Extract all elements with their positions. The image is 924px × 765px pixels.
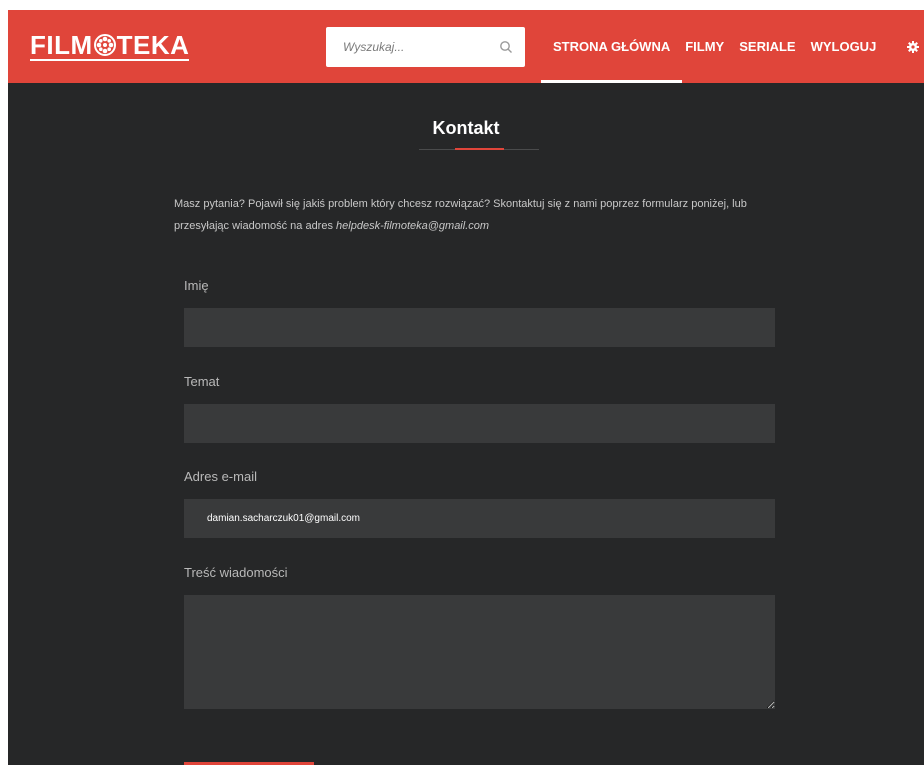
search-box — [326, 27, 525, 67]
nav-movies[interactable]: FILMY — [685, 10, 724, 83]
message-label: Treść wiadomości — [184, 565, 288, 580]
logo-text-right: TEKA — [116, 30, 190, 60]
helpdesk-email: helpdesk-filmoteka@gmail.com — [336, 220, 490, 232]
title-accent-bar — [455, 148, 504, 150]
subject-input[interactable] — [184, 404, 775, 443]
name-label: Imię — [184, 278, 209, 293]
page-title: Kontakt — [432, 118, 500, 138]
intro-text: Masz pytania? Pojawił się jakiś problem … — [174, 193, 794, 237]
page: FILM TEKA STRONA GŁÓWNA — [8, 10, 924, 765]
name-input[interactable] — [184, 308, 775, 347]
header: FILM TEKA STRONA GŁÓWNA — [8, 10, 924, 83]
search-input[interactable] — [326, 27, 503, 67]
film-reel-icon — [93, 34, 116, 56]
subject-label: Temat — [184, 374, 220, 389]
email-label: Adres e-mail — [184, 469, 257, 484]
email-input[interactable] — [184, 499, 775, 538]
logo[interactable]: FILM TEKA — [30, 30, 190, 61]
nav-home[interactable]: STRONA GŁÓWNA — [540, 10, 683, 83]
logo-text-left: FILM — [30, 30, 93, 60]
nav-logout[interactable]: WYLOGUJ — [811, 10, 877, 83]
search-icon[interactable] — [499, 40, 513, 54]
main-nav: STRONA GŁÓWNA FILMY SERIALE WYLOGUJ — [540, 10, 891, 83]
gear-icon[interactable] — [907, 41, 919, 53]
nav-series[interactable]: SERIALE — [739, 10, 795, 83]
message-textarea[interactable] — [184, 595, 775, 709]
